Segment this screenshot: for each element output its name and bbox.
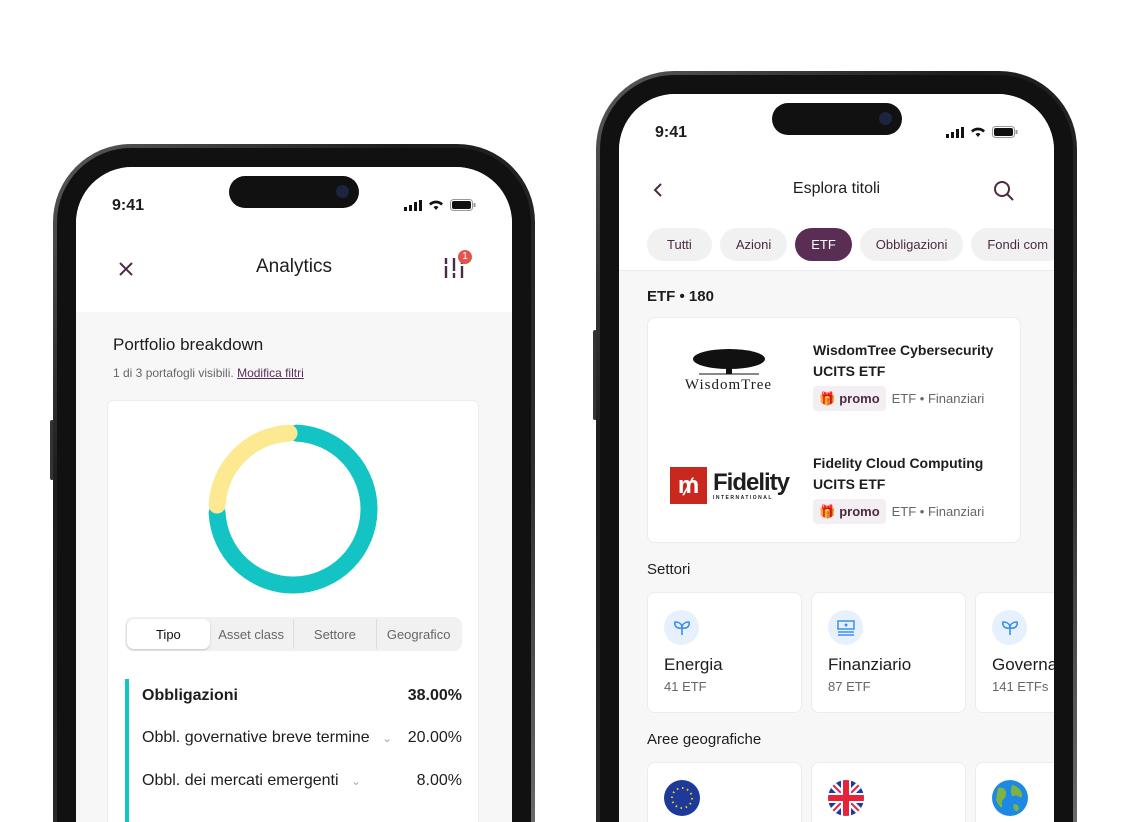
item-value: 20.00% [407,729,462,746]
chip-fondi[interactable]: Fondi com [971,228,1054,261]
list-item[interactable]: Obbl. dei mercati emergenti ⌄ 8.00% [142,772,462,790]
sector-card-governativo[interactable]: Governa 141 ETFs [975,592,1054,713]
chip-azioni[interactable]: Azioni [719,228,788,261]
chip-obbligazioni[interactable]: Obbligazioni [859,228,964,261]
explore-screen: 9:41 Esplora titoli Tutti Azioni ETF Obb… [619,94,1054,822]
filter-button[interactable]: 1 [442,250,472,282]
segment-tipo[interactable]: Tipo [127,619,210,649]
geo-card-world[interactable] [975,762,1054,822]
item-value: 8.00% [416,772,462,789]
sector-name: Energia [664,655,723,674]
sector-card-energia[interactable]: Energia 41 ETF [647,592,802,713]
analytics-screen: 9:41 Analytics 1 Portfolio breakdown 1 d… [76,167,512,822]
sector-name: Governa [992,655,1054,674]
chevron-down-icon: ⌄ [350,774,362,788]
battery-icon [450,199,476,211]
fidelity-logo: ₥ Fidelity INTERNATIONAL [670,467,790,504]
gift-icon: 🎁 [819,504,836,519]
status-icons [404,199,476,211]
sector-count: 87 ETF [828,679,871,694]
etf-meta: ETF • Finanziari [891,391,985,406]
etf-item[interactable]: WisdomTree WisdomTree Cybersecurity UCIT… [648,318,1020,431]
logo-text: WisdomTree [684,377,773,393]
group-row[interactable]: Obbligazioni 38.00% [142,687,462,705]
wifi-icon [429,200,443,210]
phone-explore: 9:41 Esplora titoli Tutti Azioni ETF Obb… [596,71,1077,822]
etf-name: WisdomTree Cybersecurity [813,342,994,358]
globe-icon [992,780,1028,816]
breakdown-segmented-control: Tipo Asset class Settore Geografico [125,617,462,651]
item-label: Obbl. dei mercati emergenti [142,772,339,789]
etf-name-line2: UCITS ETF [813,476,886,492]
promo-badge: 🎁 promo [813,499,886,524]
chip-tutti[interactable]: Tutti [647,228,712,261]
battery-icon [992,126,1018,138]
promo-badge: 🎁 promo [813,386,886,411]
geo-card-uk[interactable] [811,762,966,822]
search-icon[interactable] [993,180,1015,202]
segment-geografico[interactable]: Geografico [376,619,460,649]
uk-flag-icon [828,780,864,816]
geo-title: Aree geografiche [647,731,762,748]
segment-settore[interactable]: Settore [292,619,377,649]
group-value: 38.00% [407,687,462,704]
etf-item[interactable]: ₥ Fidelity INTERNATIONAL Fidelity Cloud C… [648,431,1020,544]
chevron-down-icon: ⌄ [382,731,393,745]
signal-icon [946,127,964,138]
etf-meta: ETF • Finanziari [891,504,985,519]
item-label: Obbl. governative breve termine [142,729,370,746]
sectors-title: Settori [647,561,691,578]
wifi-icon [971,127,985,137]
edit-filters-link[interactable]: Modifica filtri [237,366,304,380]
filter-badge: 1 [458,250,472,264]
gift-icon: 🎁 [819,391,836,406]
chip-etf[interactable]: ETF [795,228,852,261]
sprout-icon [992,610,1027,645]
wisdomtree-logo: WisdomTree [666,348,791,394]
sector-name: Finanziario [828,655,912,674]
sector-count: 41 ETF [664,679,707,694]
breakdown-card: Tipo Asset class Settore Geografico Obbl… [107,400,479,822]
dynamic-island [229,176,359,208]
sprout-icon [664,610,699,645]
logo-text: Fidelity [713,468,790,496]
section-title: Portfolio breakdown [113,335,264,354]
breakdown-list: Obbligazioni 38.00% Obbl. governative bre… [125,679,462,822]
etf-name-line2: UCITS ETF [813,363,886,379]
dynamic-island [771,103,902,135]
status-time: 9:41 [655,124,688,141]
section-subtitle: 1 di 3 portafogli visibili. [113,366,234,380]
page-title: Esplora titoli [792,180,881,197]
donut-slice [208,424,298,514]
group-label: Obbligazioni [142,687,238,704]
status-time: 9:41 [112,197,145,214]
phone-analytics: 9:41 Analytics 1 Portfolio breakdown 1 d… [53,144,535,822]
list-title: ETF • 180 [647,288,714,305]
sector-card-finanziario[interactable]: Finanziario 87 ETF [811,592,966,713]
etf-list-card: WisdomTree WisdomTree Cybersecurity UCIT… [647,317,1021,543]
group-accent-bar [125,679,129,822]
eu-flag-icon [664,780,700,816]
sector-count: 141 ETFs [992,679,1049,694]
donut-chart [208,424,378,594]
banknote-icon [828,610,863,645]
list-item[interactable]: Obbl. governative breve termine ⌄ 20.00% [142,729,462,747]
geo-card-europe[interactable] [647,762,802,822]
category-chips: Tutti Azioni ETF Obbligazioni Fondi com [647,228,1054,261]
segment-asset-class[interactable]: Asset class [210,619,293,649]
etf-name: Fidelity Cloud Computing [813,455,984,471]
signal-icon [404,200,422,211]
status-icons [946,126,1018,138]
